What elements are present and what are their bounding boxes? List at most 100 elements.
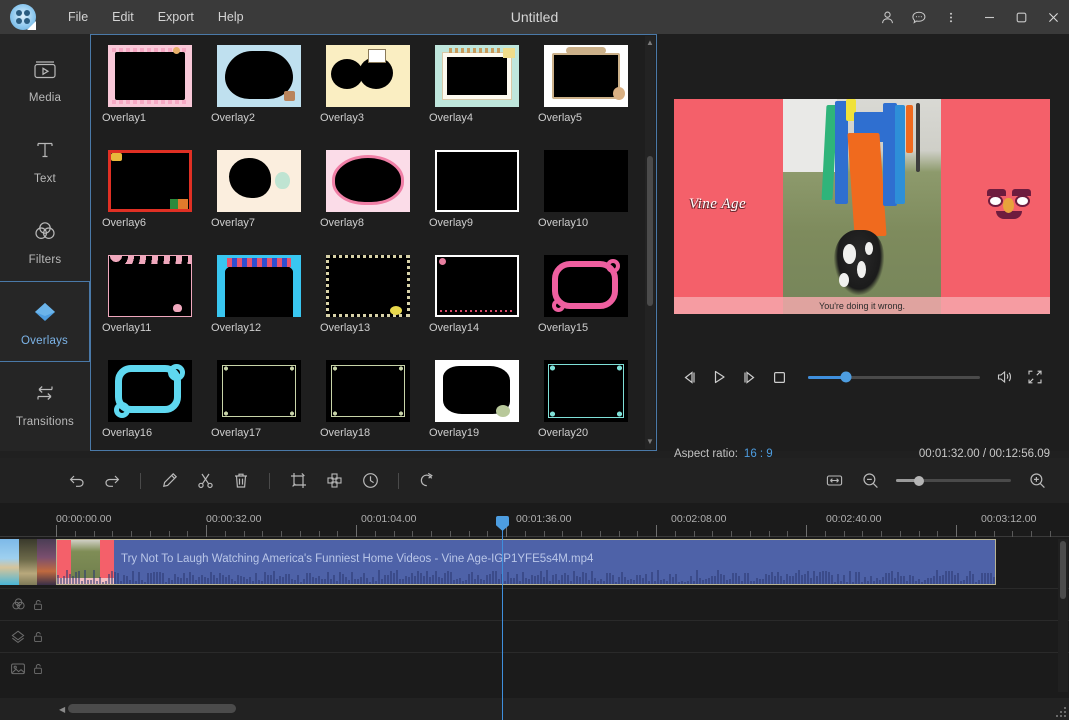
playhead[interactable] xyxy=(496,516,509,720)
menu-export[interactable]: Export xyxy=(148,5,204,29)
close-button[interactable] xyxy=(1037,0,1069,34)
overlay-item-overlay20[interactable]: Overlay20 xyxy=(531,356,640,450)
menu-edit[interactable]: Edit xyxy=(102,5,144,29)
timeline-ruler[interactable]: 00:00:00.00 00:00:32.00 00:01:04.00 00:01:3… xyxy=(0,503,1069,537)
zoom-in-button[interactable] xyxy=(1019,463,1055,499)
overlay-item-overlay5[interactable]: Overlay5 xyxy=(531,41,640,146)
overlay-item-overlay4[interactable]: Overlay4 xyxy=(422,41,531,146)
zoom-out-button[interactable] xyxy=(852,463,888,499)
pip-track-header[interactable] xyxy=(0,653,56,685)
overlay-thumbnail[interactable] xyxy=(216,255,301,317)
overlay-thumbnail[interactable] xyxy=(325,150,410,212)
scrollbar-thumb[interactable] xyxy=(647,156,653,306)
timeline-vertical-scrollbar[interactable] xyxy=(1058,539,1068,692)
overlay-thumbnail[interactable] xyxy=(325,255,410,317)
unlocked-icon[interactable] xyxy=(31,629,45,645)
sidebar-item-overlays[interactable]: Overlays xyxy=(0,281,90,362)
volume-button[interactable] xyxy=(990,364,1020,390)
overlay-item-overlay18[interactable]: Overlay18 xyxy=(313,356,422,450)
more-options-icon[interactable] xyxy=(935,0,967,34)
overlay-thumbnail[interactable] xyxy=(434,360,519,422)
scroll-left-icon[interactable]: ◀ xyxy=(59,705,65,714)
overlay-thumbnail[interactable] xyxy=(107,360,192,422)
overlay-item-overlay11[interactable]: Overlay11 xyxy=(95,251,204,356)
overlay-thumbnail[interactable] xyxy=(325,360,410,422)
overlay-item-overlay19[interactable]: Overlay19 xyxy=(422,356,531,450)
menu-file[interactable]: File xyxy=(58,5,98,29)
overlay-thumbnail[interactable] xyxy=(543,150,628,212)
table-row[interactable] xyxy=(0,653,1069,685)
overlay-item-overlay17[interactable]: Overlay17 xyxy=(204,356,313,450)
overlay-item-overlay13[interactable]: Overlay13 xyxy=(313,251,422,356)
crop-button[interactable] xyxy=(280,463,316,499)
sidebar-item-filters[interactable]: Filters xyxy=(0,200,90,281)
resize-grip-icon[interactable] xyxy=(1056,707,1066,717)
fit-timeline-button[interactable] xyxy=(816,463,852,499)
zoom-knob[interactable] xyxy=(914,475,924,486)
overlay-item-overlay7[interactable]: Overlay7 xyxy=(204,146,313,251)
overlay-item-overlay9[interactable]: Overlay9 xyxy=(422,146,531,251)
overlay-item-overlay16[interactable]: Overlay16 xyxy=(95,356,204,450)
overlay-thumbnail[interactable] xyxy=(216,150,301,212)
stop-button[interactable] xyxy=(764,364,794,390)
overlay-item-overlay12[interactable]: Overlay12 xyxy=(204,251,313,356)
zoom-slider[interactable] xyxy=(896,475,1011,486)
overlay-thumbnail[interactable] xyxy=(434,255,519,317)
volume-knob[interactable] xyxy=(840,371,852,383)
overlay-track-header[interactable] xyxy=(0,621,56,652)
unlocked-icon[interactable] xyxy=(31,597,45,613)
overlay-thumbnail[interactable] xyxy=(543,360,628,422)
timeline-clip[interactable]: Try Not To Laugh Watching America's Funn… xyxy=(56,539,996,585)
overlay-thumbnail[interactable] xyxy=(107,150,192,212)
unlocked-icon[interactable] xyxy=(31,661,45,677)
overlay-item-overlay6[interactable]: Overlay6 xyxy=(95,146,204,251)
undo-button[interactable] xyxy=(58,463,94,499)
scroll-up-icon[interactable]: ▲ xyxy=(646,38,654,48)
overlay-thumbnail[interactable] xyxy=(543,45,628,107)
overlay-item-overlay14[interactable]: Overlay14 xyxy=(422,251,531,356)
fullscreen-button[interactable] xyxy=(1020,364,1050,390)
mosaic-button[interactable] xyxy=(316,463,352,499)
table-row[interactable] xyxy=(0,621,1069,653)
account-icon[interactable] xyxy=(871,0,903,34)
overlay-thumbnail[interactable] xyxy=(216,45,301,107)
volume-slider[interactable] xyxy=(808,371,980,383)
split-button[interactable] xyxy=(187,463,223,499)
maximize-button[interactable] xyxy=(1005,0,1037,34)
overlay-item-overlay10[interactable]: Overlay10 xyxy=(531,146,640,251)
overlay-thumbnail[interactable] xyxy=(325,45,410,107)
scroll-down-icon[interactable]: ▼ xyxy=(646,437,654,447)
overlay-thumbnail[interactable] xyxy=(107,255,192,317)
play-button[interactable] xyxy=(704,364,734,390)
overlay-thumbnail[interactable] xyxy=(107,45,192,107)
overlay-thumbnail[interactable] xyxy=(434,150,519,212)
delete-button[interactable] xyxy=(223,463,259,499)
overlay-item-overlay8[interactable]: Overlay8 xyxy=(313,146,422,251)
timeline-horizontal-scrollbar[interactable]: ◀ xyxy=(0,698,1069,720)
table-row[interactable]: Try Not To Laugh Watching America's Funn… xyxy=(0,537,1069,589)
overlay-item-overlay3[interactable]: Overlay3 xyxy=(313,41,422,146)
feedback-icon[interactable] xyxy=(903,0,935,34)
rotate-button[interactable] xyxy=(409,463,445,499)
sidebar-item-media[interactable]: Media xyxy=(0,38,90,119)
filter-track-header[interactable] xyxy=(0,589,56,620)
scrollbar-thumb[interactable] xyxy=(68,704,236,713)
sidebar-item-transitions[interactable]: Transitions xyxy=(0,362,90,443)
overlay-thumbnail[interactable] xyxy=(543,255,628,317)
speed-button[interactable] xyxy=(352,463,388,499)
redo-button[interactable] xyxy=(94,463,130,499)
overlay-item-overlay15[interactable]: Overlay15 xyxy=(531,251,640,356)
overlay-item-overlay1[interactable]: Overlay1 xyxy=(95,41,204,146)
overlay-thumbnail[interactable] xyxy=(434,45,519,107)
library-scrollbar[interactable]: ▲ ▼ xyxy=(645,36,655,449)
overlay-item-overlay2[interactable]: Overlay2 xyxy=(204,41,313,146)
overlay-thumbnail[interactable] xyxy=(216,360,301,422)
video-canvas[interactable]: Vine Age You're doing it wrong. xyxy=(674,99,1050,314)
sidebar-item-text[interactable]: Text xyxy=(0,119,90,200)
edit-button[interactable] xyxy=(151,463,187,499)
next-frame-button[interactable] xyxy=(734,364,764,390)
menu-help[interactable]: Help xyxy=(208,5,254,29)
scrollbar-thumb[interactable] xyxy=(1060,541,1066,599)
table-row[interactable] xyxy=(0,589,1069,621)
minimize-button[interactable] xyxy=(973,0,1005,34)
